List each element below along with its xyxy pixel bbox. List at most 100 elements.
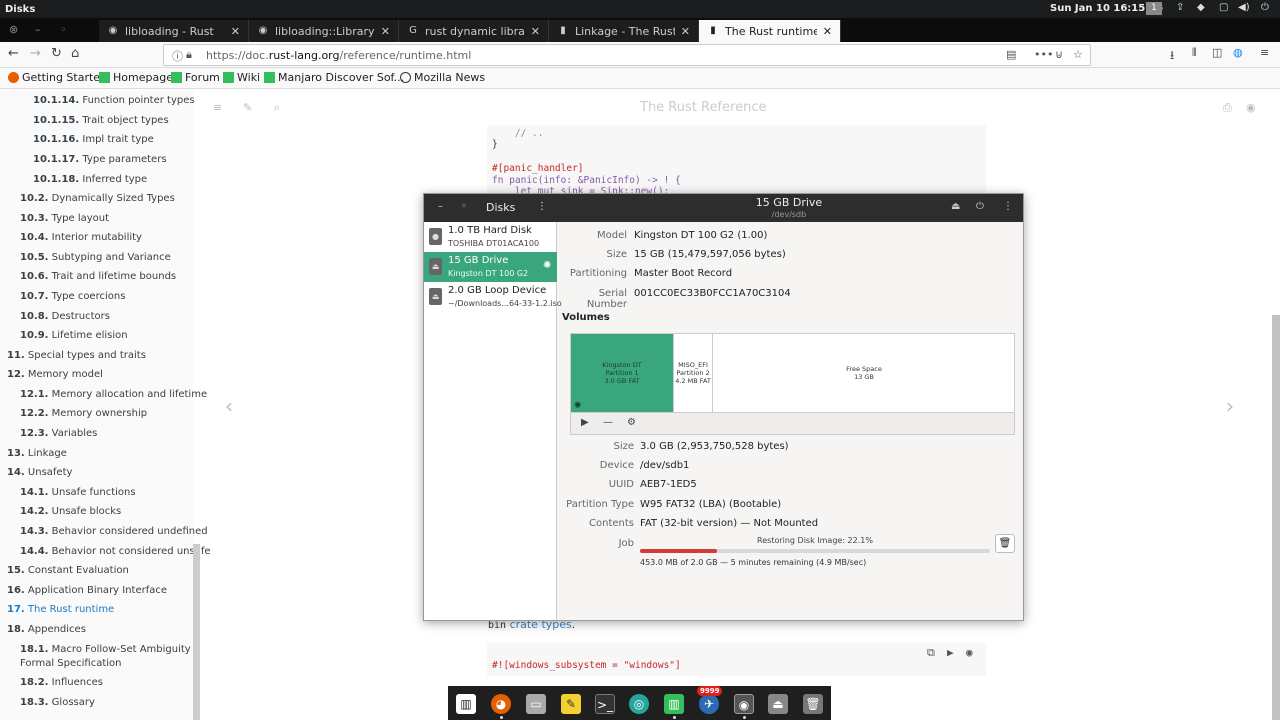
toc-item[interactable]: 10.7. Type coercions (20, 291, 125, 302)
toc-item[interactable]: 12.2. Memory ownership (20, 408, 147, 419)
mount-play-icon[interactable]: ▶ (581, 417, 589, 428)
close-tab-icon[interactable]: ✕ (381, 25, 390, 38)
close-tab-icon[interactable]: ✕ (823, 25, 832, 38)
toc-item[interactable]: 14.2. Unsafe blocks (20, 506, 121, 517)
update-icon[interactable]: ⇪ (1176, 2, 1184, 13)
bookmark-manjaro-discover[interactable]: Manjaro Discover Sof... (264, 71, 404, 84)
files-icon[interactable]: ▭ (526, 694, 546, 714)
settings-gears-icon[interactable]: ⚙ (627, 417, 636, 428)
toc-item[interactable]: 18.2. Influences (20, 677, 103, 688)
page-scrollbar[interactable] (1272, 315, 1280, 720)
toc-item[interactable]: 16. Application Binary Interface (7, 585, 167, 596)
print-icon[interactable]: ⎙ (1223, 101, 1232, 115)
sidebar-toggle-icon[interactable]: ◫ (1212, 46, 1222, 59)
close-tab-icon[interactable]: ✕ (681, 25, 690, 38)
close-tab-icon[interactable]: ✕ (531, 25, 540, 38)
software-icon[interactable]: ◎ (629, 694, 649, 714)
restore-window-icon[interactable]: ◦ (60, 23, 67, 36)
manjaro-menu-icon[interactable]: ▥ (456, 694, 476, 714)
toc-item-active[interactable]: 17. The Rust runtime (7, 604, 114, 615)
drive-item-hard-disk[interactable]: ● 1.0 TB Hard Disk TOSHIBA DT01ACA100 (424, 222, 557, 252)
toc-item[interactable]: 15. Constant Evaluation (7, 565, 129, 576)
firefox-icon[interactable]: ◕ (491, 694, 511, 714)
page-actions-icon[interactable]: ••• (1034, 48, 1053, 61)
toc-item-continuation[interactable]: Formal Specification (20, 658, 121, 669)
messaging-icon[interactable]: ✈ (699, 694, 719, 714)
manjaro-settings-icon[interactable]: ▥ (664, 694, 684, 714)
toc-item[interactable]: 10.4. Interior mutability (20, 232, 142, 243)
disks-icon[interactable]: ◉ (734, 694, 754, 714)
text-editor-icon[interactable]: ✎ (561, 694, 581, 714)
toc-item[interactable]: 12. Memory model (7, 369, 103, 380)
account-icon[interactable]: ◍ (1233, 46, 1243, 59)
eye-icon[interactable]: ◉ (966, 646, 973, 659)
partition-1[interactable]: Kingston DT Partition 1 3.0 GB FAT ✺ (571, 334, 673, 412)
toc-item[interactable]: 10.1.18. Inferred type (33, 174, 147, 185)
toc-item[interactable]: 10.8. Destructors (20, 311, 110, 322)
toc-item[interactable]: 18. Appendices (7, 624, 86, 635)
toc-item[interactable]: 10.2. Dynamically Sized Types (20, 193, 175, 204)
toc-toggle-icon[interactable]: ≡ (213, 101, 222, 114)
bookmark-forum[interactable]: Forum (171, 71, 220, 84)
toc-item[interactable]: 10.1.15. Trait object types (33, 115, 169, 126)
bookmark-getting-started[interactable]: Getting Started (8, 71, 107, 84)
toc-item[interactable]: 18.1. Macro Follow-Set Ambiguity (20, 644, 191, 655)
url-text[interactable]: https://doc.rust-lang.org/reference/runt… (206, 49, 471, 62)
toc-item[interactable]: 10.1.14. Function pointer types (33, 95, 195, 106)
bookmark-homepage[interactable]: Homepage (99, 71, 173, 84)
trash-icon[interactable]: 🗑︎ (803, 694, 823, 714)
bookmark-star-icon[interactable]: ☆ (1073, 48, 1083, 61)
toc-item[interactable]: 12.3. Variables (20, 428, 97, 439)
url-bar[interactable]: ⓘ 🔒︎ https://doc.rust-lang.org/reference… (163, 44, 1091, 66)
toc-item[interactable]: 14.1. Unsafe functions (20, 487, 136, 498)
copy-icon[interactable]: ⧉ (927, 646, 935, 660)
download-icon[interactable]: ⭳ (1170, 46, 1174, 67)
cancel-job-button[interactable]: 🗑︎ (995, 534, 1015, 553)
home-icon[interactable]: ⌂ (71, 46, 79, 61)
tab-rust-runtime[interactable]: ▮ The Rust runtime - The ✕ (699, 20, 841, 42)
tab-rust-dynamic-library[interactable]: G rust dynamic library - D ✕ (399, 20, 549, 42)
minimize-window-icon[interactable]: – (35, 23, 41, 36)
reader-view-icon[interactable]: ▤ (1006, 48, 1016, 61)
window-icon[interactable]: ▢ (1219, 2, 1228, 13)
toc-item[interactable]: 10.1.16. Impl trait type (33, 134, 154, 145)
volume-icon[interactable]: ◀) (1238, 2, 1250, 13)
library-icon[interactable]: ⫴ (1192, 46, 1197, 60)
toc-item[interactable]: 10.3. Type layout (20, 213, 109, 224)
pocket-icon[interactable]: ⊍ (1055, 48, 1063, 61)
sidebar-scrollbar[interactable] (193, 544, 200, 720)
usb-writer-icon[interactable]: ⏏ (768, 694, 788, 714)
drive-item-loop[interactable]: ⏏ 2.0 GB Loop Device ~/Downloads...64-33… (424, 282, 562, 312)
shield-icon[interactable]: ◆ (1197, 2, 1205, 13)
reload-icon[interactable]: ↻ (51, 46, 62, 61)
toc-item[interactable]: 13. Linkage (7, 448, 67, 459)
toc-item[interactable]: 14.3. Behavior considered undefined (20, 526, 208, 537)
bookmark-mozilla-news[interactable]: Mozilla News (400, 71, 485, 84)
toc-item[interactable]: 10.1.17. Type parameters (33, 154, 167, 165)
tab-linkage[interactable]: ▮ Linkage - The Rust Refer ✕ (549, 20, 699, 42)
workspace-indicator[interactable]: 1 (1146, 2, 1162, 15)
terminal-icon[interactable]: >_ (595, 694, 615, 714)
site-info-icon[interactable]: ⓘ (172, 48, 183, 64)
power-icon[interactable]: ⏻ (1261, 2, 1269, 13)
drive-item-usb[interactable]: ⏏ 15 GB Drive Kingston DT 100 G2 ✺ (424, 252, 557, 282)
bookmark-wiki[interactable]: Wiki (223, 71, 260, 84)
partition-2[interactable]: MISO_EFI Partition 2 4.2 MB FAT (673, 334, 713, 412)
forward-icon[interactable]: → (30, 46, 41, 61)
toc-item[interactable]: 18.3. Glossary (20, 697, 95, 708)
theme-brush-icon[interactable]: ✎ (243, 101, 252, 114)
toc-item[interactable]: 10.6. Trait and lifetime bounds (20, 271, 176, 282)
toc-item[interactable]: 11. Special types and traits (7, 350, 146, 361)
active-app-name[interactable]: Disks (0, 4, 35, 15)
tab-libloading-library[interactable]: ◉ libloading::Library - Rus ✕ (249, 20, 399, 42)
tab-libloading[interactable]: ◉ libloading - Rust ✕ (99, 20, 249, 42)
toc-item[interactable]: 10.9. Lifetime elision (20, 330, 128, 341)
lock-icon[interactable]: 🔒︎ (186, 48, 192, 62)
back-icon[interactable]: ← (8, 46, 19, 61)
toc-item[interactable]: 10.5. Subtyping and Variance (20, 252, 171, 263)
next-chapter-icon[interactable]: › (1226, 394, 1234, 418)
eject-icon[interactable]: ⏏ (951, 201, 960, 212)
run-icon[interactable]: ▶ (947, 646, 954, 659)
search-icon[interactable]: ⌕ (274, 101, 280, 115)
toc-item[interactable]: 14. Unsafety (7, 467, 72, 478)
